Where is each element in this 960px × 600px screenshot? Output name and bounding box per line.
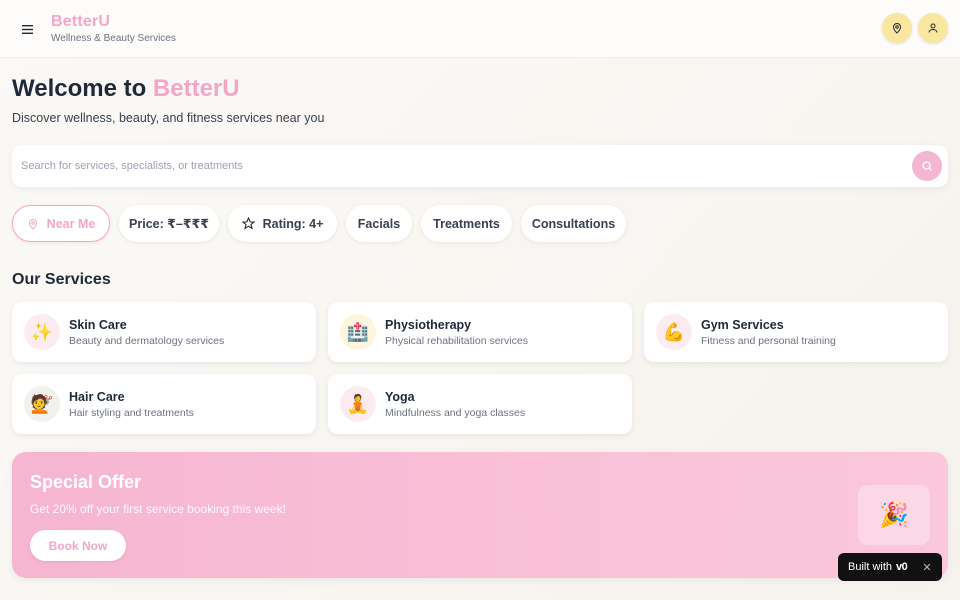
filter-label: Near Me xyxy=(46,216,96,231)
filter-rating[interactable]: Rating: 4+ xyxy=(228,205,337,242)
card-title: Skin Care xyxy=(69,318,127,332)
star-icon xyxy=(241,217,255,230)
hospital-icon: 🏥 xyxy=(340,314,376,350)
offer-title: Special Offer xyxy=(30,472,142,492)
card-desc: Mindfulness and yoga classes xyxy=(385,407,526,419)
search-button[interactable] xyxy=(912,151,942,181)
badge-emoji: 🎉 xyxy=(879,501,909,529)
service-card-physiotherapy[interactable]: 🏥 Physiotherapy Physical rehabilitation … xyxy=(328,302,632,362)
search-input[interactable] xyxy=(12,145,892,187)
filter-label: Facials xyxy=(357,216,401,231)
card-emoji: 🏥 xyxy=(346,321,370,342)
filter-near-me[interactable]: Near Me xyxy=(12,205,110,242)
filter-consultations[interactable]: Consultations xyxy=(521,205,626,242)
filter-label: Consultations xyxy=(531,216,616,231)
filter-price[interactable]: Price: ₹–₹₹₹ xyxy=(119,205,219,242)
title-prefix: Welcome to xyxy=(12,75,153,102)
filter-label: Treatments xyxy=(433,216,500,231)
service-card-hair-care[interactable]: 💇 Hair Care Hair styling and treatments xyxy=(12,374,316,434)
brand-name[interactable]: BetterU xyxy=(51,13,110,31)
card-desc: Beauty and dermatology services xyxy=(69,335,225,347)
menu-button[interactable] xyxy=(16,18,38,40)
card-title: Physiotherapy xyxy=(385,318,472,332)
hamburger-icon xyxy=(21,24,33,34)
user-icon xyxy=(928,23,938,33)
location-button[interactable] xyxy=(882,13,912,43)
profile-button[interactable] xyxy=(918,13,948,43)
card-desc: Fitness and personal training xyxy=(701,335,836,347)
section-title: Our Services xyxy=(12,271,111,288)
service-card-gym[interactable]: 💪 Gym Services Fitness and personal trai… xyxy=(644,302,948,362)
card-desc: Physical rehabilitation services xyxy=(385,335,528,347)
card-desc: Hair styling and treatments xyxy=(69,407,194,419)
filter-facials[interactable]: Facials xyxy=(346,205,412,242)
card-emoji: 🧘 xyxy=(346,393,370,414)
brand-tagline: Wellness & Beauty Services xyxy=(51,33,176,44)
built-label: Built with xyxy=(848,561,893,573)
card-title: Hair Care xyxy=(69,390,125,404)
card-title: Yoga xyxy=(385,390,415,404)
v0-logo: v0 xyxy=(896,561,908,573)
close-icon[interactable]: ✕ xyxy=(920,560,934,574)
party-popper-icon: 🎉 xyxy=(858,485,930,545)
filter-treatments[interactable]: Treatments xyxy=(421,205,512,242)
book-now-button[interactable]: Book Now xyxy=(30,530,126,561)
map-pin-icon xyxy=(892,23,902,34)
card-emoji: ✨ xyxy=(30,321,54,342)
page-title: Welcome to BetterU xyxy=(12,75,240,103)
title-accent: BetterU xyxy=(152,75,240,102)
map-pin-icon xyxy=(28,218,37,230)
page-subtitle: Discover wellness, beauty, and fitness s… xyxy=(12,111,325,125)
filter-label: Rating: 4+ xyxy=(262,216,324,231)
muscle-icon: 💪 xyxy=(656,314,692,350)
offer-subtitle: Get 20% off your first service booking t… xyxy=(30,502,286,516)
built-with-badge[interactable]: Built with v0 ✕ xyxy=(838,553,942,581)
special-offer-banner: Special Offer Get 20% off your first ser… xyxy=(12,452,948,578)
card-title: Gym Services xyxy=(701,318,784,332)
yoga-icon: 🧘 xyxy=(340,386,376,422)
card-emoji: 💪 xyxy=(662,321,686,342)
filter-label: Price: ₹–₹₹₹ xyxy=(129,217,209,231)
search-bar xyxy=(12,145,948,187)
haircut-icon: 💇 xyxy=(24,386,60,422)
app-header: BetterU Wellness & Beauty Services xyxy=(0,0,960,58)
sparkles-icon: ✨ xyxy=(24,314,60,350)
service-card-yoga[interactable]: 🧘 Yoga Mindfulness and yoga classes xyxy=(328,374,632,434)
card-emoji: 💇 xyxy=(30,393,54,414)
search-icon xyxy=(922,161,932,171)
service-card-skin-care[interactable]: ✨ Skin Care Beauty and dermatology servi… xyxy=(12,302,316,362)
